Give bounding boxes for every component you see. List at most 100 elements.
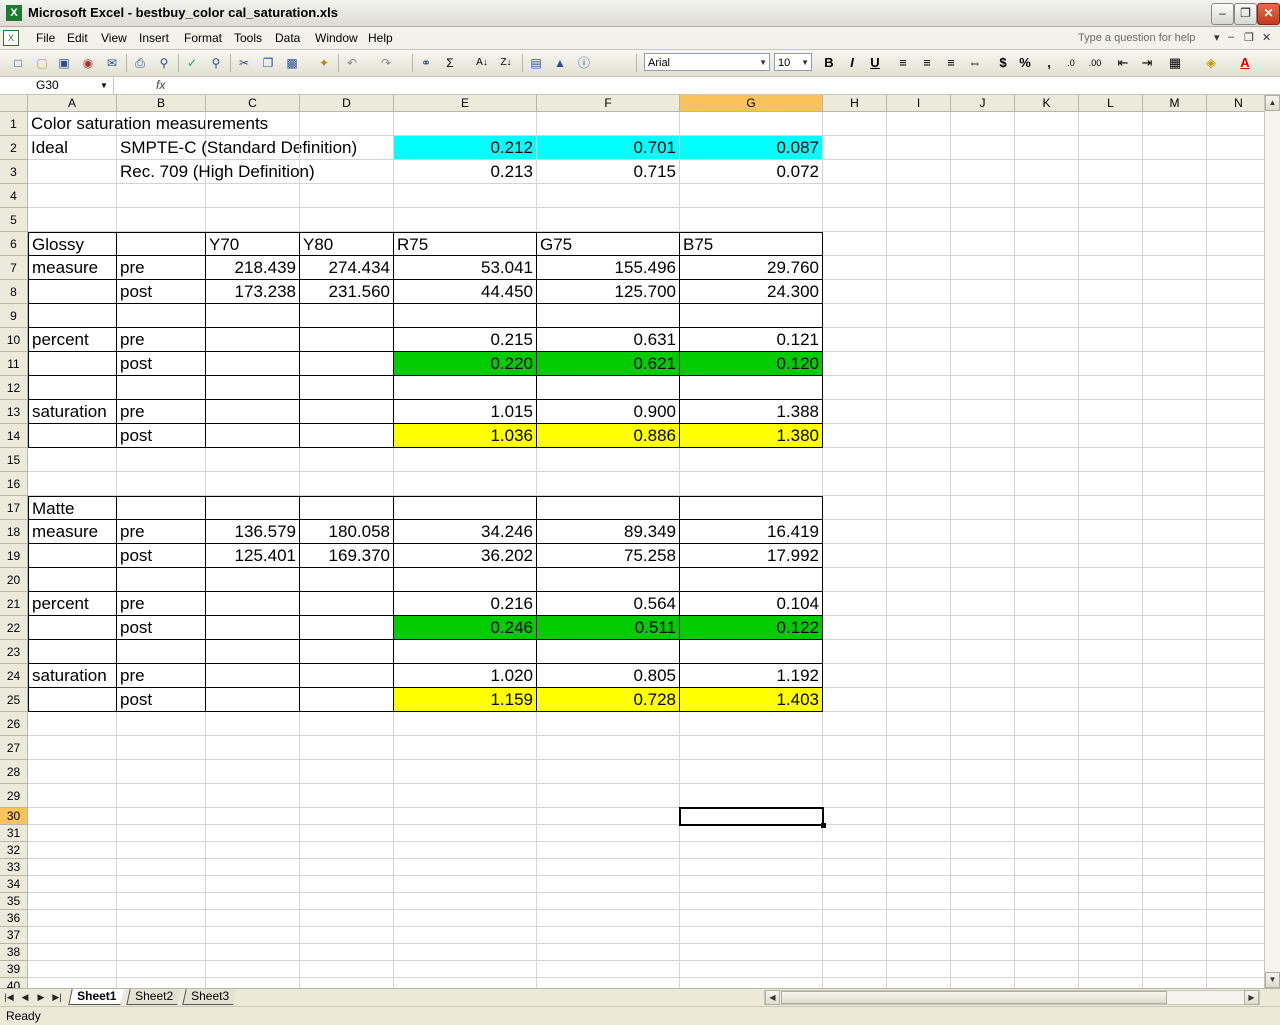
- cell-f24[interactable]: 0.805: [537, 664, 680, 688]
- cell-k19[interactable]: [1015, 544, 1079, 568]
- cell-m25[interactable]: [1143, 688, 1207, 712]
- row-header-1[interactable]: 1: [0, 112, 28, 136]
- help-search-input[interactable]: Type a question for help: [1074, 30, 1218, 46]
- cell-a17[interactable]: Matte: [28, 496, 117, 520]
- cell-j1[interactable]: [951, 112, 1015, 136]
- cell-f2[interactable]: 0.701: [537, 136, 680, 160]
- cell-n22[interactable]: [1207, 616, 1264, 640]
- cell-f12[interactable]: [537, 376, 680, 400]
- cell-d7[interactable]: 274.434: [300, 256, 394, 280]
- cell-n34[interactable]: [1207, 876, 1264, 893]
- column-header-a[interactable]: A: [28, 95, 117, 112]
- cell-b23[interactable]: [117, 640, 206, 664]
- cell-d16[interactable]: [300, 472, 394, 496]
- cell-d1[interactable]: [300, 112, 394, 136]
- cell-h4[interactable]: [823, 184, 887, 208]
- cell-c35[interactable]: [206, 893, 300, 910]
- scroll-left-icon[interactable]: ◀: [765, 990, 780, 1005]
- row-header-24[interactable]: 24: [0, 664, 28, 688]
- cell-e14[interactable]: 1.036: [394, 424, 537, 448]
- cell-g13[interactable]: 1.388: [680, 400, 823, 424]
- cell-l34[interactable]: [1079, 876, 1143, 893]
- cell-d5[interactable]: [300, 208, 394, 232]
- row-header-31[interactable]: 31: [0, 825, 28, 842]
- horizontal-scroll-thumb[interactable]: [781, 991, 1167, 1004]
- cell-b40[interactable]: [117, 978, 206, 988]
- column-header-n[interactable]: N: [1207, 95, 1264, 112]
- cell-f14[interactable]: 0.886: [537, 424, 680, 448]
- cell-i13[interactable]: [887, 400, 951, 424]
- cell-i1[interactable]: [887, 112, 951, 136]
- cell-b31[interactable]: [117, 825, 206, 842]
- open-icon[interactable]: ▢: [34, 55, 50, 71]
- cell-f33[interactable]: [537, 859, 680, 876]
- cell-m15[interactable]: [1143, 448, 1207, 472]
- cell-i31[interactable]: [887, 825, 951, 842]
- restore-button[interactable]: ❐: [1234, 3, 1257, 25]
- cell-a25[interactable]: [28, 688, 117, 712]
- excel-app-icon[interactable]: X: [6, 5, 22, 21]
- cell-e23[interactable]: [394, 640, 537, 664]
- cell-j38[interactable]: [951, 944, 1015, 961]
- cell-k25[interactable]: [1015, 688, 1079, 712]
- cell-k9[interactable]: [1015, 304, 1079, 328]
- cell-i26[interactable]: [887, 712, 951, 736]
- cell-b14[interactable]: post: [117, 424, 206, 448]
- cell-g6[interactable]: B75: [680, 232, 823, 256]
- cell-k24[interactable]: [1015, 664, 1079, 688]
- align-right-icon[interactable]: ≡: [942, 54, 960, 72]
- cell-m37[interactable]: [1143, 927, 1207, 944]
- cell-n29[interactable]: [1207, 784, 1264, 808]
- cell-j6[interactable]: [951, 232, 1015, 256]
- cell-j5[interactable]: [951, 208, 1015, 232]
- cell-b28[interactable]: [117, 760, 206, 784]
- cell-b36[interactable]: [117, 910, 206, 927]
- row-header-5[interactable]: 5: [0, 208, 28, 232]
- cell-g8[interactable]: 24.300: [680, 280, 823, 304]
- cell-d34[interactable]: [300, 876, 394, 893]
- cell-n36[interactable]: [1207, 910, 1264, 927]
- cell-g38[interactable]: [680, 944, 823, 961]
- row-header-12[interactable]: 12: [0, 376, 28, 400]
- increase-indent-icon[interactable]: ⇥: [1138, 54, 1156, 72]
- cell-k16[interactable]: [1015, 472, 1079, 496]
- prev-sheet-icon[interactable]: ◀: [18, 990, 32, 1004]
- spreadsheet-grid[interactable]: A B C D E F G H I J K L M N 1 Color saturation measurem…: [0, 95, 1264, 988]
- cell-l26[interactable]: [1079, 712, 1143, 736]
- cell-e29[interactable]: [394, 784, 537, 808]
- cell-d9[interactable]: [300, 304, 394, 328]
- cell-k8[interactable]: [1015, 280, 1079, 304]
- cell-i21[interactable]: [887, 592, 951, 616]
- cell-f6[interactable]: G75: [537, 232, 680, 256]
- fx-icon[interactable]: fx: [156, 78, 165, 92]
- cell-a29[interactable]: [28, 784, 117, 808]
- cell-c9[interactable]: [206, 304, 300, 328]
- cell-a26[interactable]: [28, 712, 117, 736]
- cell-c28[interactable]: [206, 760, 300, 784]
- cell-h11[interactable]: [823, 352, 887, 376]
- cell-i40[interactable]: [887, 978, 951, 988]
- cell-h27[interactable]: [823, 736, 887, 760]
- cell-j21[interactable]: [951, 592, 1015, 616]
- cell-i29[interactable]: [887, 784, 951, 808]
- cell-j3[interactable]: [951, 160, 1015, 184]
- currency-icon[interactable]: $: [994, 54, 1012, 72]
- cell-m30[interactable]: [1143, 808, 1207, 825]
- cell-a4[interactable]: [28, 184, 117, 208]
- cell-k14[interactable]: [1015, 424, 1079, 448]
- cell-h40[interactable]: [823, 978, 887, 988]
- cell-g39[interactable]: [680, 961, 823, 978]
- cell-e3[interactable]: 0.213: [394, 160, 537, 184]
- cell-a28[interactable]: [28, 760, 117, 784]
- cell-f31[interactable]: [537, 825, 680, 842]
- cell-d20[interactable]: [300, 568, 394, 592]
- cell-a34[interactable]: [28, 876, 117, 893]
- column-header-b[interactable]: B: [117, 95, 206, 112]
- cell-j26[interactable]: [951, 712, 1015, 736]
- underline-button[interactable]: U: [866, 54, 884, 72]
- next-sheet-icon[interactable]: ▶: [34, 990, 48, 1004]
- cell-c34[interactable]: [206, 876, 300, 893]
- cell-k2[interactable]: [1015, 136, 1079, 160]
- cell-i36[interactable]: [887, 910, 951, 927]
- cell-a2[interactable]: Ideal: [28, 136, 117, 160]
